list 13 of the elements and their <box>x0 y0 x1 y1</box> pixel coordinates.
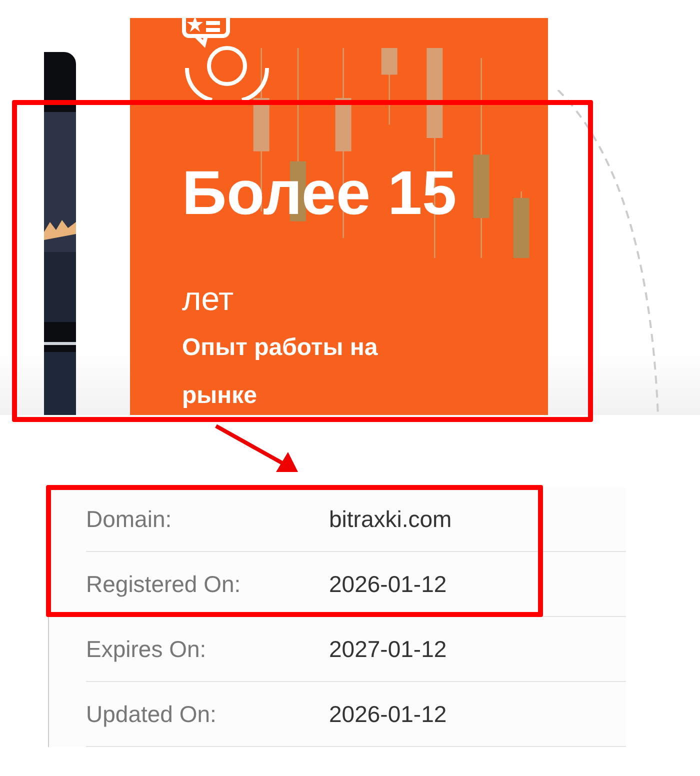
field-value: 2027-01-12 <box>329 636 447 662</box>
field-label: Updated On: <box>86 700 218 728</box>
headline: Более 15 <box>182 158 457 229</box>
caption: Опыт работы на рынке <box>182 333 379 411</box>
unit-label: лет <box>182 280 234 318</box>
candle <box>513 191 530 258</box>
field-label: Expires On: <box>86 636 208 662</box>
field-label: Registered On: <box>86 570 242 598</box>
field-label: Domain: <box>86 506 173 532</box>
field-value: bitraxki.com <box>329 506 452 532</box>
field-value: 2026-01-12 <box>329 700 447 728</box>
person-icon <box>182 18 272 100</box>
field-value: 2026-01-12 <box>329 570 447 598</box>
